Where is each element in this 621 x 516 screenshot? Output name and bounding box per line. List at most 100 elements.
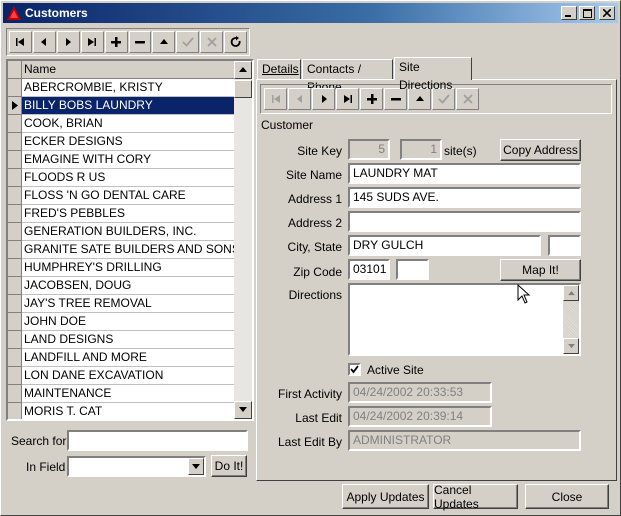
row-indicator[interactable] [8,385,22,403]
zip-ext-field[interactable] [396,259,429,280]
table-row[interactable]: EMAGINE WITH CORY [8,151,234,169]
row-indicator[interactable] [8,277,22,295]
table-row[interactable]: GENERATION BUILDERS, INC. [8,223,234,241]
site-insert-button[interactable] [360,88,383,110]
customer-name-cell[interactable]: ECKER DESIGNS [22,133,234,151]
row-indicator[interactable] [8,403,22,419]
customer-name-cell[interactable]: JACOBSEN, DOUG [22,277,234,295]
row-indicator[interactable] [8,97,22,115]
last-record-button[interactable] [80,31,104,53]
row-indicator[interactable] [8,331,22,349]
active-site-label[interactable]: Active Site [367,363,424,377]
minimize-button[interactable] [561,6,577,20]
row-indicator[interactable] [8,349,22,367]
site-cancel-button[interactable] [456,88,479,110]
table-row[interactable]: BILLY BOBS LAUNDRY [8,97,234,115]
post-record-button[interactable] [176,31,200,53]
customer-name-cell[interactable]: GRANITE SATE BUILDERS AND SONS [22,241,234,259]
edit-record-button[interactable] [152,31,176,53]
first-record-button[interactable] [9,31,32,53]
row-indicator[interactable] [8,133,22,151]
customer-name-cell[interactable]: FLOSS 'N GO DENTAL CARE [22,187,234,205]
tab-contacts-phone[interactable]: Contacts / Phone [302,59,393,94]
row-indicator[interactable] [8,223,22,241]
site-first-button[interactable] [264,88,287,110]
site-prior-button[interactable] [288,88,311,110]
row-indicator[interactable] [8,367,22,385]
address1-field[interactable]: 145 SUDS AVE. [348,187,581,208]
row-indicator[interactable] [8,205,22,223]
customer-name-cell[interactable]: BILLY BOBS LAUNDRY [22,97,234,115]
active-site-checkbox[interactable] [348,363,361,376]
directions-textarea[interactable] [348,283,581,356]
table-row[interactable]: ABERCROMBIE, KRISTY [8,79,234,97]
table-row[interactable]: MORIS T. CAT [8,403,234,419]
tab-site-directions[interactable]: Site Directions [394,57,472,92]
customer-grid[interactable]: Name ABERCROMBIE, KRISTY BILLY BOBS LAUND… [6,59,254,421]
delete-record-button[interactable] [128,31,152,53]
customer-name-cell[interactable]: EMAGINE WITH CORY [22,151,234,169]
table-row[interactable]: FRED'S PEBBLES [8,205,234,223]
close-button[interactable]: Close [525,484,609,509]
in-field-select[interactable] [67,456,206,477]
apply-updates-button[interactable]: Apply Updates [342,484,429,509]
row-indicator[interactable] [8,151,22,169]
row-indicator[interactable] [8,259,22,277]
directions-scroll-up-button[interactable] [563,285,579,301]
close-window-button[interactable] [599,6,615,20]
title-bar[interactable]: Customers [3,3,618,23]
zip-code-field[interactable]: 03101 [348,259,390,280]
refresh-button[interactable] [224,31,248,53]
scroll-up-button[interactable] [234,61,252,79]
row-indicator[interactable] [8,295,22,313]
table-row[interactable]: HUMPHREY'S DRILLING [8,259,234,277]
customer-name-cell[interactable]: GENERATION BUILDERS, INC. [22,223,234,241]
row-indicator[interactable] [8,115,22,133]
customer-name-cell[interactable]: MORIS T. CAT [22,403,234,419]
table-row[interactable]: COOK, BRIAN [8,115,234,133]
customer-name-cell[interactable]: LAND DESIGNS [22,331,234,349]
customer-name-cell[interactable]: FLOODS R US [22,169,234,187]
table-row[interactable]: FLOSS 'N GO DENTAL CARE [8,187,234,205]
table-row[interactable]: LANDFILL AND MORE [8,349,234,367]
copy-address-button[interactable]: Copy Address [500,139,581,161]
table-row[interactable]: JACOBSEN, DOUG [8,277,234,295]
table-row[interactable]: LON DANE EXCAVATION [8,367,234,385]
row-indicator[interactable] [8,313,22,331]
row-indicator[interactable] [8,241,22,259]
customer-name-cell[interactable]: HUMPHREY'S DRILLING [22,259,234,277]
prior-record-button[interactable] [32,31,56,53]
customer-name-cell[interactable]: FRED'S PEBBLES [22,205,234,223]
table-row[interactable]: FLOODS R US [8,169,234,187]
directions-scroll-down-button[interactable] [563,338,579,354]
table-row[interactable]: ECKER DESIGNS [8,133,234,151]
search-for-input[interactable] [67,430,248,451]
scroll-thumb[interactable] [234,80,252,98]
maximize-button[interactable] [579,6,595,20]
customer-name-cell[interactable]: LON DANE EXCAVATION [22,367,234,385]
cancel-record-button[interactable] [200,31,224,53]
table-row[interactable]: MAINTENANCE [8,385,234,403]
grid-vertical-scrollbar[interactable] [234,61,252,419]
table-row[interactable]: LAND DESIGNS [8,331,234,349]
directions-scrollbar[interactable] [563,285,579,354]
table-row[interactable]: JOHN DOE [8,313,234,331]
customer-name-cell[interactable]: ABERCROMBIE, KRISTY [22,79,234,97]
address2-field[interactable] [348,211,581,232]
customer-name-cell[interactable]: JOHN DOE [22,313,234,331]
customer-name-cell[interactable]: LANDFILL AND MORE [22,349,234,367]
map-it-button[interactable]: Map It! [500,259,581,281]
row-indicator[interactable] [8,169,22,187]
tab-details[interactable]: Details [257,59,301,79]
customer-name-cell[interactable]: MAINTENANCE [22,385,234,403]
do-it-button[interactable]: Do It! [211,455,247,477]
scroll-down-button[interactable] [234,401,252,419]
state-field[interactable] [548,235,581,256]
table-row[interactable]: GRANITE SATE BUILDERS AND SONS [8,241,234,259]
row-indicator[interactable] [8,187,22,205]
row-indicator[interactable] [8,79,22,97]
site-last-button[interactable] [336,88,359,110]
cancel-updates-button[interactable]: Cancel Updates [433,483,518,511]
column-header-name[interactable]: Name [22,61,234,79]
site-name-field[interactable]: LAUNDRY MAT [348,163,581,184]
